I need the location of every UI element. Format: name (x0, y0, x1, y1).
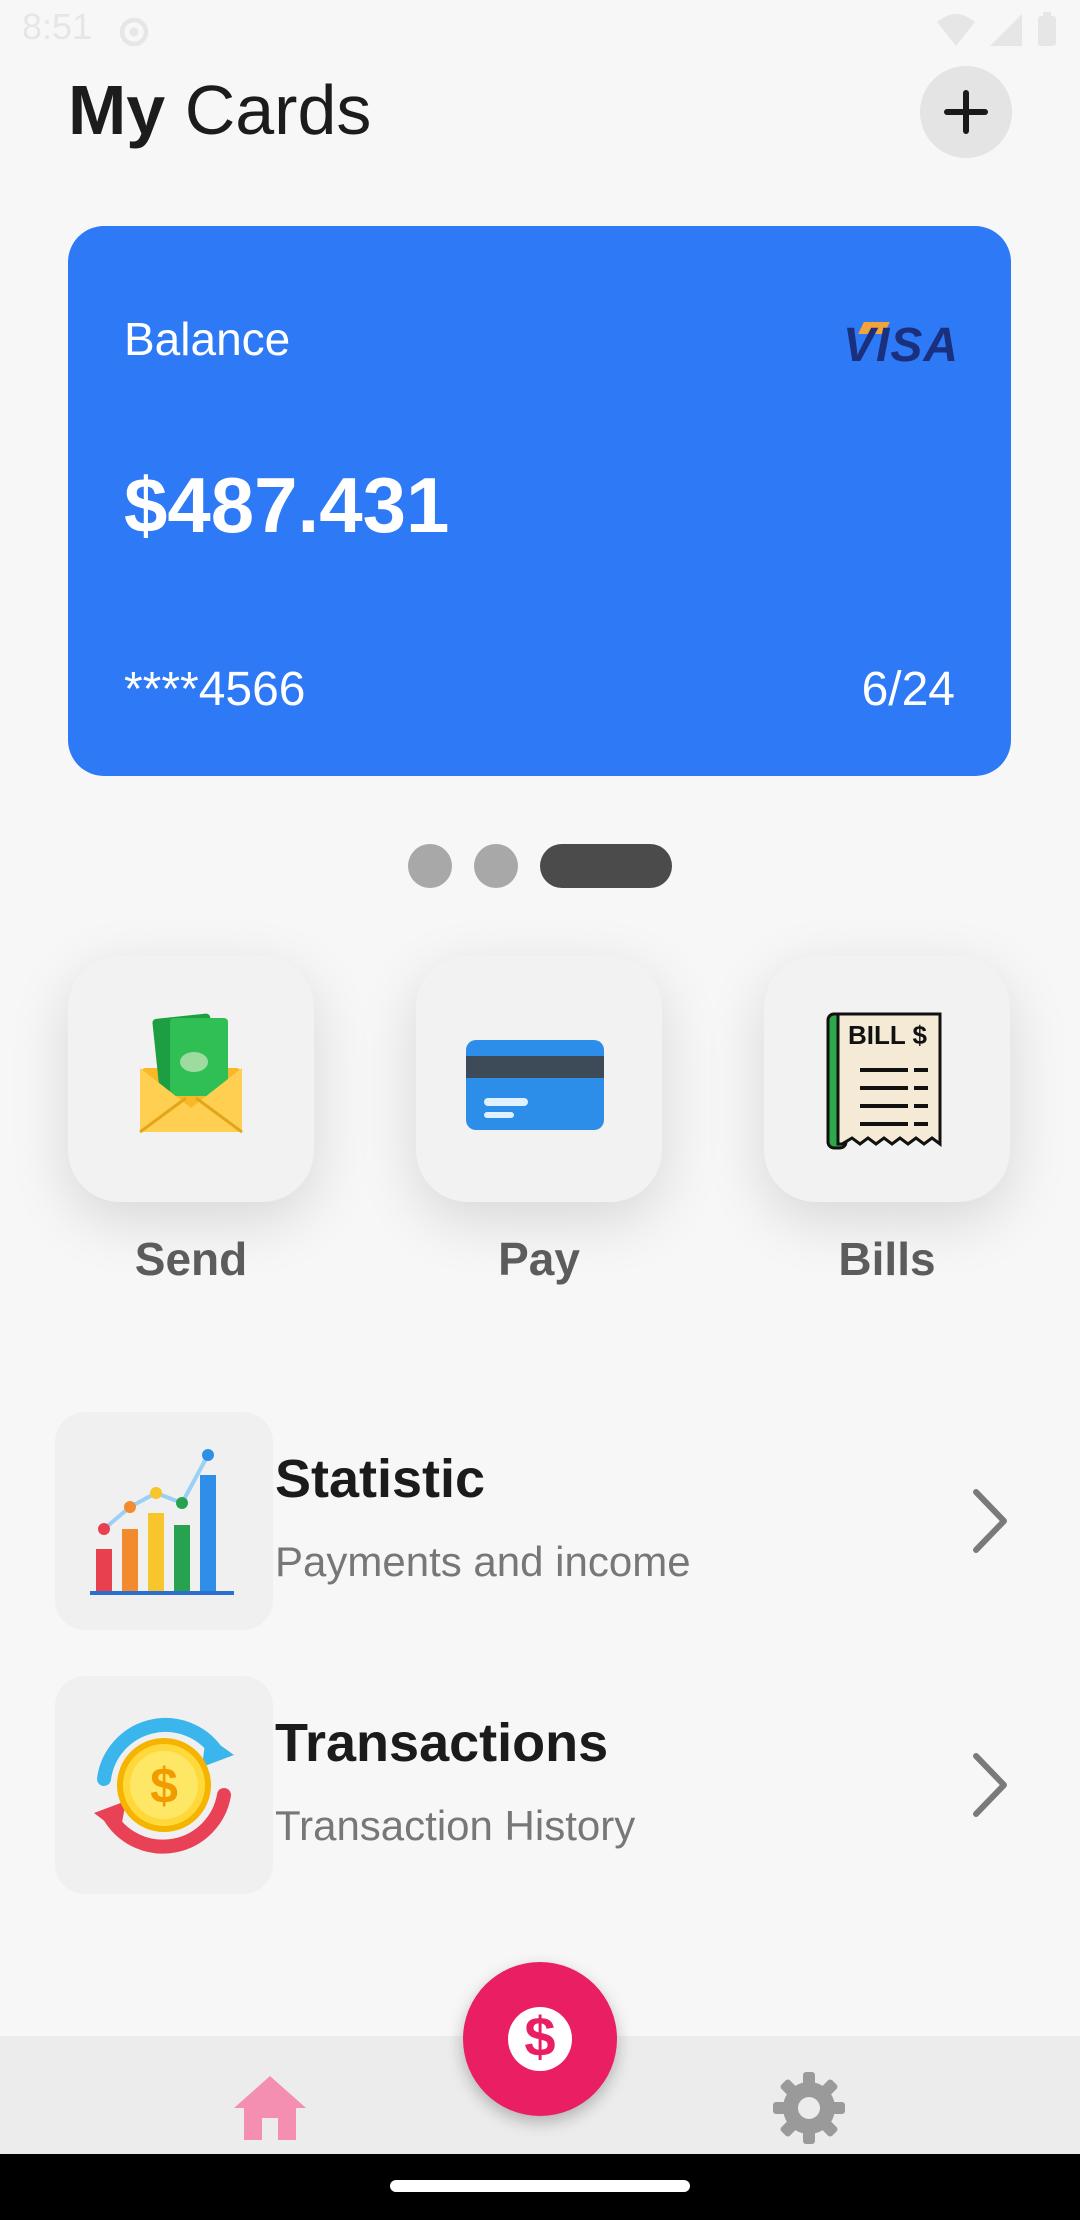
send-button[interactable] (68, 956, 314, 1202)
bar-chart-icon (90, 1449, 234, 1595)
pager-dot-active[interactable] (540, 844, 672, 888)
transactions-subtitle: Transaction History (275, 1802, 636, 1849)
coin-exchange-icon: $ (94, 1717, 234, 1854)
card-number: ****4566 (124, 663, 306, 716)
pay-button[interactable] (416, 956, 662, 1202)
statistic-title: Statistic (275, 1449, 486, 1509)
statistic-row[interactable]: Statistic Payments and income (0, 1412, 1080, 1642)
balance-amount: $487.431 (124, 461, 450, 549)
transactions-thumb: $ (55, 1676, 273, 1894)
credit-card-icon (466, 1040, 604, 1130)
money-envelope-icon (139, 1013, 243, 1134)
bill-receipt-icon: BILL $ (826, 1012, 942, 1150)
settings-icon[interactable] (773, 2072, 845, 2144)
bills-label: Bills (838, 1233, 936, 1285)
status-time: 8:51 (22, 6, 93, 47)
bill-icon-text: BILL $ (848, 1020, 928, 1050)
page-title-rest: Cards (165, 71, 372, 149)
balance-label: Balance (124, 313, 291, 365)
payment-fab-button[interactable]: $ (463, 1962, 617, 2116)
battery-icon (1038, 12, 1056, 46)
status-settings-icon (119, 17, 149, 47)
page-title-bold: My (68, 71, 166, 149)
home-gesture-handle[interactable] (390, 2180, 690, 2192)
fab-dollar-symbol: $ (524, 2005, 556, 2068)
signal-icon (990, 14, 1022, 46)
balance-card[interactable]: Balance VISA $487.431 ****4566 6/24 (68, 226, 1011, 776)
pager-dot-1[interactable] (408, 844, 452, 888)
chevron-right-icon (973, 1753, 1007, 1817)
coin-symbol: $ (150, 1758, 178, 1814)
page-title: My Cards (68, 68, 371, 152)
statistic-thumb (55, 1412, 273, 1630)
chevron-right-icon (973, 1489, 1007, 1553)
status-icons (936, 12, 1058, 48)
add-card-button[interactable] (920, 66, 1012, 158)
transactions-title: Transactions (275, 1713, 609, 1773)
wifi-icon (937, 14, 975, 46)
transactions-row[interactable]: $ Transactions Transaction History (0, 1676, 1080, 1906)
card-expiry: 6/24 (861, 663, 955, 716)
bills-button[interactable]: BILL $ (764, 956, 1010, 1202)
visa-logo: VISA (842, 319, 959, 372)
pager-dot-2[interactable] (474, 844, 518, 888)
send-label: Send (134, 1233, 248, 1285)
home-icon[interactable] (232, 2074, 308, 2142)
pay-label: Pay (498, 1233, 580, 1285)
statistic-subtitle: Payments and income (275, 1538, 691, 1585)
